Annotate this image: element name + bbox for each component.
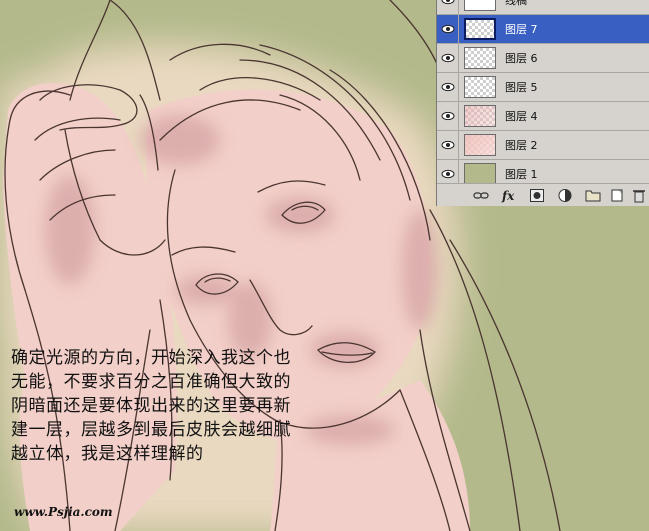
new-layer-icon[interactable] (609, 188, 625, 203)
layer-thumbnail-fill (465, 48, 495, 68)
eye-icon (441, 53, 455, 63)
eye-icon (441, 0, 455, 5)
layers-panel: 线稿图层 7 图层 6 图层 5 图层 4 图层 2 图层 1 fx (436, 0, 649, 206)
layer-name: 图层 6 (505, 52, 538, 65)
eye-icon (441, 82, 455, 92)
layer-thumbnail-fill (465, 77, 495, 97)
link-icon[interactable] (473, 188, 489, 203)
eye-icon (441, 24, 455, 34)
eye-icon (441, 140, 455, 150)
layer-thumbnail (464, 163, 496, 185)
layer-thumbnail (464, 47, 496, 69)
mask-icon[interactable] (529, 188, 545, 203)
visibility-toggle[interactable] (437, 0, 459, 14)
visibility-toggle[interactable] (437, 73, 459, 101)
folder-icon[interactable] (585, 188, 601, 203)
adjustment-icon[interactable] (557, 188, 573, 203)
tutorial-caption: 确定光源的方向，开始深入我这个也无能，不要求百分之百准确但大致的阴暗面还是要体现… (11, 348, 291, 464)
layer-thumbnail (464, 18, 496, 40)
layer-thumbnail-fill (465, 164, 495, 184)
layer-row[interactable]: 图层 7 (437, 15, 649, 44)
layer-name: 图层 4 (505, 110, 538, 123)
visibility-toggle[interactable] (437, 102, 459, 130)
layers-panel-toolbar: fx (437, 183, 649, 206)
layer-thumbnail (464, 134, 496, 156)
layer-row[interactable]: 图层 2 (437, 131, 649, 160)
eye-icon (441, 111, 455, 121)
layer-name: 图层 7 (505, 23, 538, 36)
layer-row[interactable]: 图层 6 (437, 44, 649, 73)
layer-row[interactable]: 图层 5 (437, 73, 649, 102)
visibility-toggle[interactable] (437, 44, 459, 72)
layer-thumbnail (464, 76, 496, 98)
layer-row[interactable]: 图层 4 (437, 102, 649, 131)
layer-thumbnail (464, 0, 496, 11)
layer-thumbnail-fill (465, 106, 495, 126)
layer-name: 图层 2 (505, 139, 538, 152)
layer-thumbnail-fill (466, 20, 494, 38)
svg-text:fx: fx (501, 189, 515, 203)
fx-icon[interactable]: fx (501, 188, 517, 203)
layer-name: 图层 5 (505, 81, 538, 94)
layer-thumbnail (464, 105, 496, 127)
visibility-toggle[interactable] (437, 15, 459, 43)
layer-thumbnail-fill (465, 0, 495, 10)
layer-name: 图层 1 (505, 168, 538, 181)
layer-thumbnail-fill (465, 135, 495, 155)
trash-icon[interactable] (631, 188, 647, 203)
visibility-toggle[interactable] (437, 131, 459, 159)
watermark: www.Psjia.com (14, 505, 113, 519)
layer-row[interactable]: 线稿 (437, 0, 649, 15)
layer-name: 线稿 (505, 0, 527, 7)
